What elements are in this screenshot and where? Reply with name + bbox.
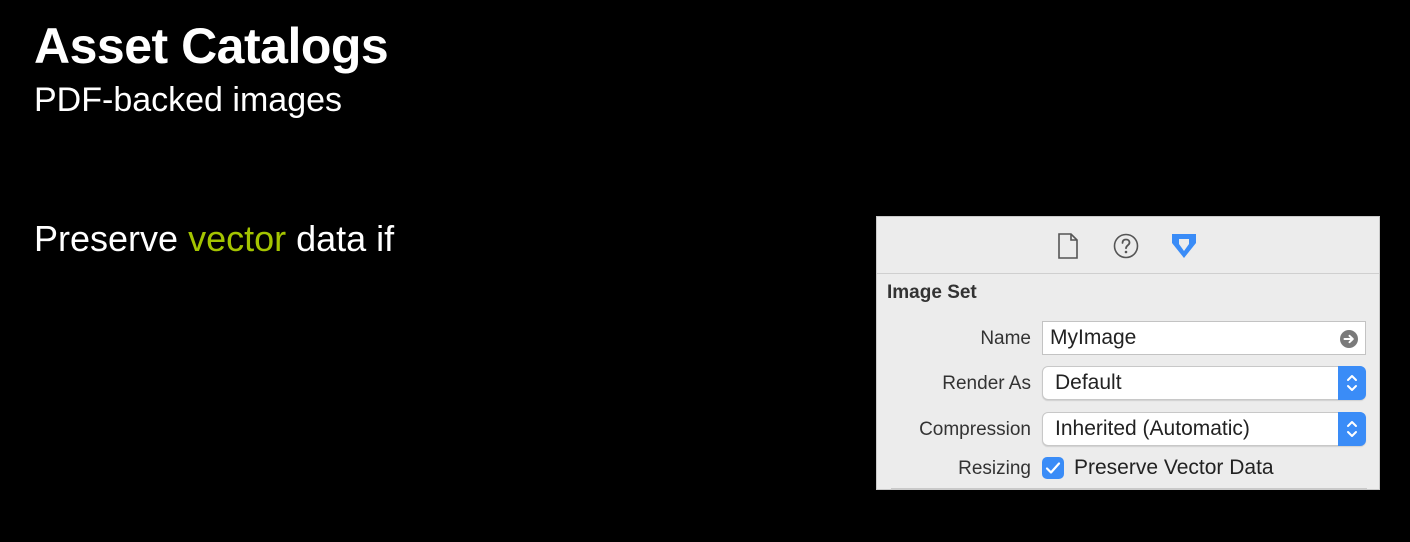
name-value: MyImage <box>1050 326 1137 349</box>
compression-popup[interactable]: Inherited (Automatic) <box>1042 412 1366 446</box>
help-inspector-icon[interactable] <box>1111 231 1141 261</box>
section-header: Image Set <box>887 282 977 303</box>
preserve-vector-data-label[interactable]: Preserve Vector Data <box>1074 455 1274 481</box>
slide-subtitle: PDF-backed images <box>34 81 343 119</box>
file-inspector-icon[interactable] <box>1053 231 1083 261</box>
body-text-start: Preserve <box>34 218 189 259</box>
go-arrow-icon[interactable] <box>1340 330 1358 348</box>
render-as-value: Default <box>1055 371 1122 394</box>
resizing-label: Resizing <box>958 458 1031 479</box>
up-down-chevron-icon <box>1338 366 1366 400</box>
section-divider <box>891 488 1367 489</box>
body-text-highlight: vector <box>188 218 287 259</box>
image-set-inspector: Image Set Name MyImage Render As Default… <box>876 216 1380 490</box>
attributes-inspector-icon[interactable] <box>1169 231 1199 261</box>
render-as-label: Render As <box>942 373 1031 394</box>
render-as-popup[interactable]: Default <box>1042 366 1366 400</box>
slide-title: Asset Catalogs <box>34 18 389 74</box>
compression-label: Compression <box>919 419 1031 440</box>
body-text-end: data if <box>286 218 395 259</box>
checkmark-icon <box>1045 462 1061 474</box>
compression-value: Inherited (Automatic) <box>1055 417 1250 440</box>
preserve-vector-data-checkbox[interactable] <box>1042 457 1064 479</box>
name-field[interactable]: MyImage <box>1042 321 1366 355</box>
slide-body-text: Preserve vector data if <box>34 218 394 260</box>
name-label: Name <box>980 328 1031 349</box>
inspector-toolbar <box>877 217 1379 274</box>
up-down-chevron-icon <box>1338 412 1366 446</box>
